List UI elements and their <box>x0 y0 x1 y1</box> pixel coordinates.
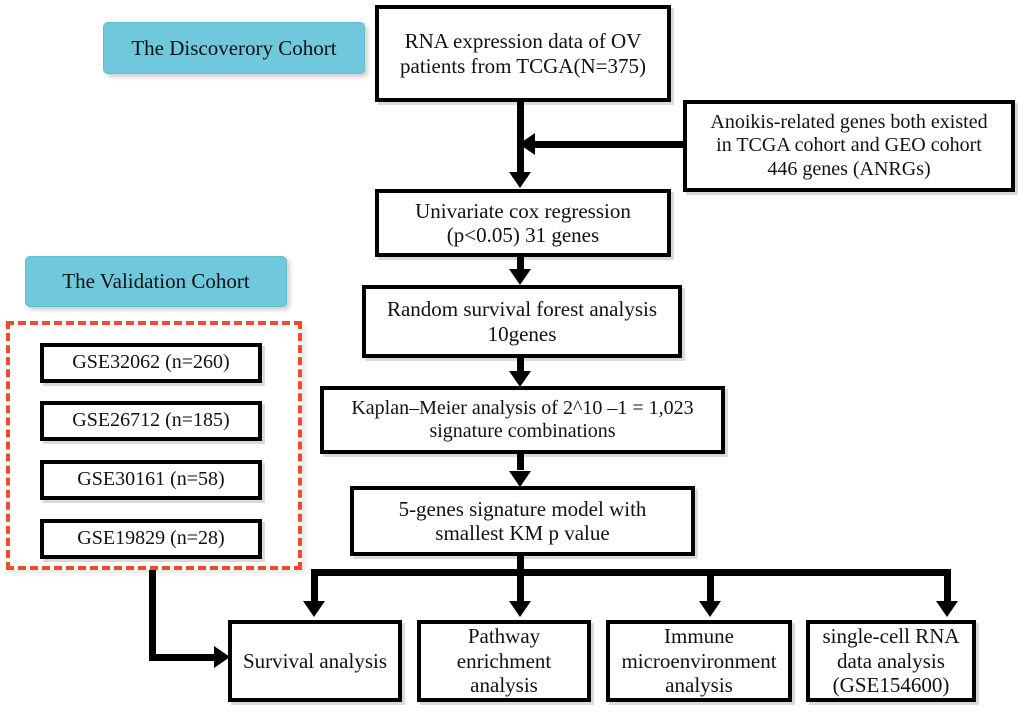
connector-distribution-bus <box>311 569 951 576</box>
connector-kaplan-to-signature <box>517 454 524 470</box>
validation-cohort-label: The Validation Cohort <box>25 256 287 307</box>
arrowhead-forest-to-kaplan <box>509 371 531 387</box>
node-univariate-cox-regression: Univariate cox regression (p<0.05) 31 ge… <box>375 189 671 257</box>
discovery-cohort-label-text: The Discoverory Cohort <box>131 35 337 60</box>
connector-bus-drop-2 <box>517 569 524 604</box>
node-downstream-analysis-text: single-cell RNA data analysis (GSE154600… <box>822 624 960 698</box>
connector-bus-drop-3 <box>707 569 714 604</box>
arrowhead-bus-drop-2 <box>509 601 531 617</box>
node-random-survival-forest: Random survival forest analysis 10genes <box>362 285 682 358</box>
arrowhead-univariate-to-forest <box>509 269 531 285</box>
arrowhead-validation-to-survival <box>214 646 230 668</box>
node-downstream-analysis-text: Survival analysis <box>242 648 388 673</box>
arrowhead-bus-drop-3 <box>699 601 721 617</box>
node-validation-dataset: GSE26712 (n=185) <box>40 401 262 441</box>
arrowhead-kaplan-to-signature <box>509 471 531 487</box>
arrowhead-bus-drop-4 <box>936 601 958 617</box>
connector-validation-horizontal <box>149 654 219 661</box>
node-downstream-analysis: Pathway enrichment analysis <box>417 620 591 702</box>
node-validation-dataset-text: GSE19829 (n=28) <box>77 527 225 550</box>
node-downstream-analysis: Immune microenvironment analysis <box>606 620 792 702</box>
connector-bus-drop-4 <box>944 569 951 604</box>
flowchart-canvas: The Discoverory Cohort RNA expression da… <box>0 0 1020 712</box>
node-downstream-analysis-text: Pathway enrichment analysis <box>456 624 552 698</box>
node-validation-dataset: GSE30161 (n=58) <box>40 460 262 500</box>
node-downstream-analysis: single-cell RNA data analysis (GSE154600… <box>806 620 976 702</box>
node-univariate-cox-regression-text: Univariate cox regression (p<0.05) 31 ge… <box>415 198 631 247</box>
node-kaplan-meier-analysis: Kaplan–Meier analysis of 2^10 –1 = 1,023… <box>320 386 725 454</box>
node-validation-dataset: GSE19829 (n=28) <box>40 519 262 559</box>
arrowhead-tcga-to-univariate <box>509 172 531 188</box>
node-validation-dataset-text: GSE30161 (n=58) <box>77 468 225 491</box>
connector-bus-drop-1 <box>311 569 318 604</box>
node-signature-model-text: 5-genes signature model with smallest KM… <box>398 496 647 545</box>
node-downstream-analysis-text: Immune microenvironment analysis <box>621 624 777 698</box>
node-tcga-expression-data-text: RNA expression data of OV patients from … <box>400 29 646 78</box>
connector-anrgs-to-trunk <box>535 141 685 148</box>
arrowhead-anrgs-to-trunk <box>519 133 535 155</box>
node-signature-model: 5-genes signature model with smallest KM… <box>350 486 695 556</box>
node-downstream-analysis: Survival analysis <box>228 620 402 702</box>
node-tcga-expression-data: RNA expression data of OV patients from … <box>375 5 671 102</box>
node-validation-dataset-text: GSE26712 (n=185) <box>72 409 230 432</box>
node-validation-dataset: GSE32062 (n=260) <box>40 343 262 383</box>
connector-validation-vertical <box>149 570 156 660</box>
node-kaplan-meier-analysis-text: Kaplan–Meier analysis of 2^10 –1 = 1,023… <box>351 396 694 442</box>
node-anoikis-related-genes-text: Anoikis-related genes both existed in TC… <box>710 111 988 180</box>
node-anoikis-related-genes: Anoikis-related genes both existed in TC… <box>683 100 1015 192</box>
arrowhead-bus-drop-1 <box>303 601 325 617</box>
node-validation-dataset-text: GSE32062 (n=260) <box>72 351 230 374</box>
discovery-cohort-label: The Discoverory Cohort <box>103 22 365 74</box>
node-random-survival-forest-text: Random survival forest analysis 10genes <box>386 297 658 346</box>
validation-cohort-label-text: The Validation Cohort <box>62 269 250 293</box>
